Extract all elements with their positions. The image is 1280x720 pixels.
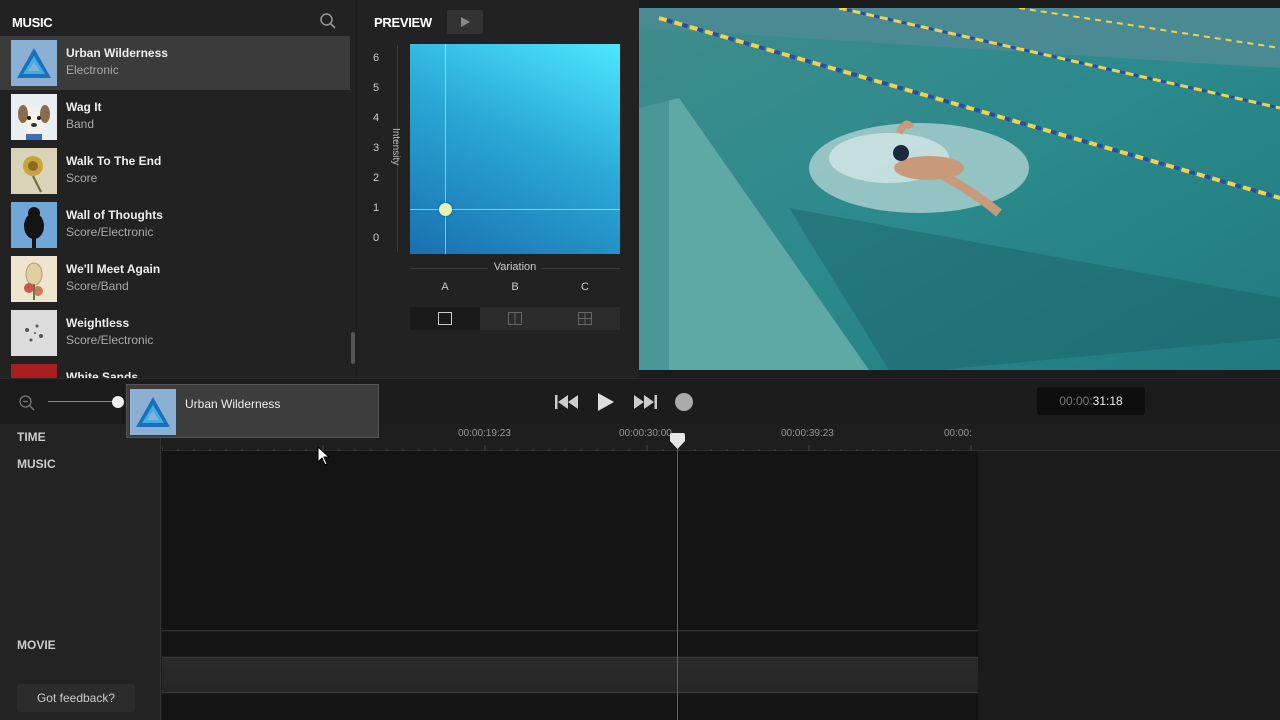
track-name: Urban Wilderness	[66, 46, 168, 60]
y-tick: 0	[372, 232, 380, 244]
variation-tick-c[interactable]: C	[575, 281, 595, 293]
record-icon[interactable]	[674, 391, 694, 413]
swimmer-video-frame	[639, 8, 1280, 370]
single-layout-icon	[438, 312, 452, 325]
list-item-well-meet-again[interactable]: We'll Meet Again Score/Band	[0, 252, 350, 306]
zoom-slider-track[interactable]	[48, 401, 120, 402]
ruler-label: 00:00:19:23	[458, 428, 511, 439]
ruler-ticks	[162, 445, 972, 451]
track-name: Weightless	[66, 316, 130, 330]
track-name: White Sands	[66, 370, 139, 378]
y-tick: 1	[372, 202, 380, 214]
track-genre: Score/Band	[66, 279, 129, 293]
music-track-label: MUSIC	[17, 457, 56, 471]
zoom-out-icon[interactable]	[18, 394, 36, 412]
layout-switch	[410, 307, 620, 330]
album-art	[11, 310, 57, 356]
music-panel-title: MUSIC	[12, 15, 53, 30]
fast-forward-icon[interactable]	[632, 391, 658, 413]
time-track-label: TIME	[17, 430, 46, 444]
variation-tick-a[interactable]: A	[435, 281, 455, 293]
list-item-wall-of-thoughts[interactable]: Wall of Thoughts Score/Electronic	[0, 198, 350, 252]
album-art	[130, 389, 176, 435]
timeline: TIME MUSIC MOVIE Got feedback? 00:00:19:…	[0, 424, 1280, 720]
mouse-cursor-icon	[317, 446, 331, 466]
playhead-handle-icon[interactable]	[669, 433, 686, 450]
ruler-label: 00:00:39:23	[781, 428, 834, 439]
preview-title: PREVIEW	[374, 15, 432, 30]
ruler-label: 00:00:	[944, 428, 972, 439]
feedback-button[interactable]: Got feedback?	[17, 684, 135, 712]
track-name: Wag It	[66, 100, 102, 114]
album-art	[11, 94, 57, 140]
timecode-display: 00:00:31:18	[1037, 387, 1145, 415]
list-item-wag-it[interactable]: Wag It Band	[0, 90, 350, 144]
list-item-white-sands[interactable]: White Sands	[0, 360, 350, 378]
grid-layout-icon	[578, 312, 592, 325]
variation-label-text: Variation	[487, 261, 543, 273]
y-tick: 5	[372, 82, 380, 94]
y-tick: 3	[372, 142, 380, 154]
movie-track-bottom	[162, 694, 978, 720]
variation-axis-label: Variation	[410, 261, 620, 273]
layout-grid-button[interactable]	[550, 307, 620, 330]
album-art	[11, 364, 57, 378]
zoom-slider-handle[interactable]	[112, 396, 124, 408]
drag-track-name: Urban Wilderness	[185, 397, 281, 411]
timecode-prefix: 00:00:	[1059, 394, 1093, 408]
music-header: MUSIC	[0, 0, 356, 36]
track-name: We'll Meet Again	[66, 262, 161, 276]
music-library-panel: MUSIC Urban Wilderness Electronic Wag It…	[0, 0, 356, 378]
play-icon[interactable]	[596, 391, 616, 413]
ruler-label: 00:00:30:00	[619, 428, 672, 439]
layout-single-button[interactable]	[410, 307, 480, 330]
timeline-empty-area	[978, 451, 1280, 720]
track-name: Wall of Thoughts	[66, 208, 163, 222]
track-name: Walk To The End	[66, 154, 162, 168]
drag-ghost-track: Urban Wilderness	[126, 384, 379, 438]
preview-panel: PREVIEW 6 5 4 3 2 1 0 Intensity Variatio…	[357, 0, 639, 378]
video-preview[interactable]	[639, 8, 1280, 370]
search-icon[interactable]	[319, 12, 337, 30]
album-art	[11, 40, 57, 86]
album-art	[11, 256, 57, 302]
timecode-value: 31:18	[1092, 394, 1123, 408]
pad-crosshair-vertical	[445, 44, 446, 254]
y-tick: 4	[372, 112, 380, 124]
list-item-weightless[interactable]: Weightless Score/Electronic	[0, 306, 350, 360]
movie-clip-strip[interactable]	[162, 657, 978, 693]
track-genre: Score/Electronic	[66, 333, 154, 347]
album-art	[11, 202, 57, 248]
music-track-area[interactable]	[162, 451, 978, 631]
y-tick: 6	[372, 52, 380, 64]
list-item-walk-to-the-end[interactable]: Walk To The End Score	[0, 144, 350, 198]
split-layout-icon	[508, 312, 522, 325]
movie-track-gap	[162, 632, 978, 656]
layout-split-button[interactable]	[480, 307, 550, 330]
intensity-axis-label: Intensity	[390, 128, 401, 166]
variation-tick-b[interactable]: B	[505, 281, 525, 293]
list-item-urban-wilderness[interactable]: Urban Wilderness Electronic	[0, 36, 350, 90]
preview-play-button[interactable]	[447, 10, 483, 34]
pad-handle[interactable]	[439, 203, 452, 216]
track-labels: TIME MUSIC MOVIE Got feedback?	[0, 424, 161, 720]
rewind-icon[interactable]	[554, 391, 580, 413]
album-art	[11, 148, 57, 194]
track-genre: Electronic	[66, 63, 119, 77]
track-genre: Score/Electronic	[66, 225, 154, 239]
track-genre: Band	[66, 117, 95, 131]
y-tick: 2	[372, 172, 380, 184]
scrollbar[interactable]	[351, 332, 355, 364]
track-genre: Score	[66, 171, 98, 185]
playhead-line	[677, 440, 678, 720]
movie-track-label: MOVIE	[17, 638, 56, 652]
intensity-variation-pad[interactable]	[410, 44, 620, 254]
